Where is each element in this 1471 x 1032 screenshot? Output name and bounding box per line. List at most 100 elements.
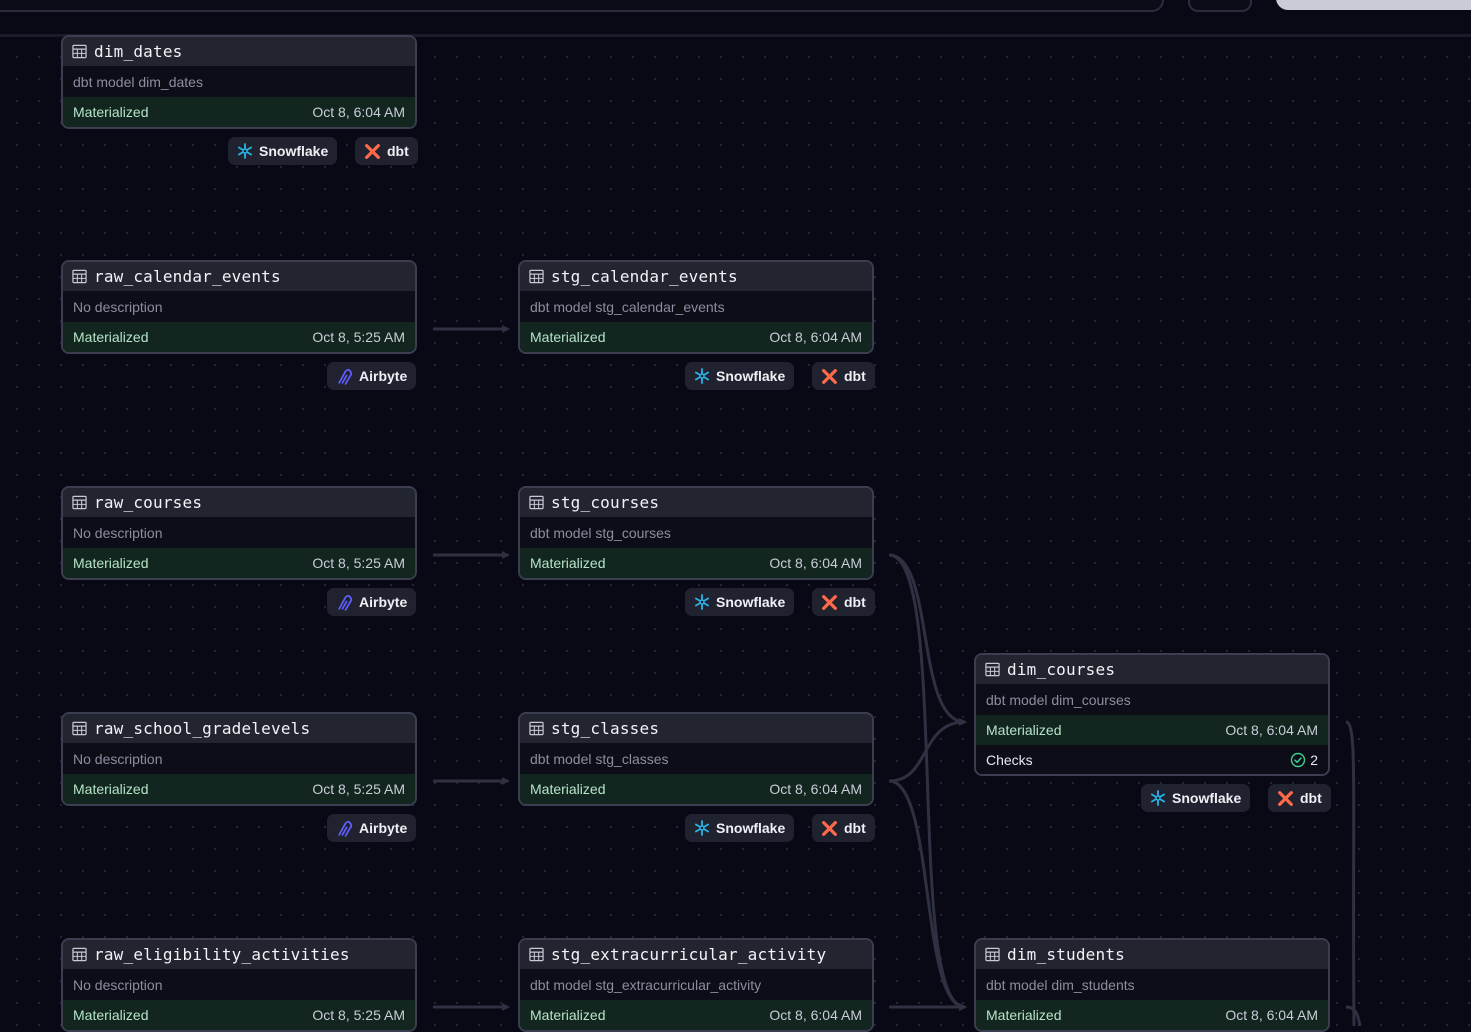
tag-label: dbt	[844, 820, 866, 836]
tag-airbyte[interactable]: Airbyte	[327, 588, 417, 616]
table-icon	[72, 495, 87, 510]
table-icon	[985, 947, 1000, 962]
tag-airbyte[interactable]: Airbyte	[327, 814, 417, 842]
materialized-date: Oct 8, 5:25 AM	[312, 1007, 405, 1023]
snowflake-icon	[694, 594, 710, 610]
node-description: dbt model stg_courses	[520, 517, 872, 548]
edge-stg-courses-to-dim-courses	[888, 553, 967, 726]
tag-label: Airbyte	[359, 820, 408, 836]
snowflake-icon	[1150, 790, 1166, 806]
node-title: stg_extracurricular_activity	[551, 945, 827, 964]
materialization-row: Materialized Oct 8, 6:04 AM	[976, 715, 1328, 745]
materialized-date: Oct 8, 6:04 AM	[1225, 722, 1318, 738]
tag-snowflake[interactable]: Snowflake	[685, 362, 795, 390]
materialized-label: Materialized	[530, 1007, 606, 1023]
snowflake-icon	[694, 368, 710, 384]
asset-node-dim-students[interactable]: dim_students dbt model dim_students Mate…	[974, 938, 1330, 1032]
node-title: dim_dates	[94, 42, 183, 61]
snowflake-icon	[694, 820, 710, 836]
asset-node-stg-courses[interactable]: stg_courses dbt model stg_courses Materi…	[518, 486, 874, 580]
materialized-date: Oct 8, 6:04 AM	[769, 329, 862, 345]
node-description: No description	[63, 743, 415, 774]
materialized-label: Materialized	[73, 329, 149, 345]
snowflake-icon	[237, 143, 253, 159]
node-description: dbt model dim_dates	[63, 66, 415, 97]
dbt-icon	[822, 594, 837, 610]
asset-node-raw-calendar-events[interactable]: raw_calendar_events No description Mater…	[61, 260, 417, 354]
check-circle-icon	[1291, 752, 1306, 767]
tag-dbt[interactable]: dbt	[355, 137, 418, 165]
node-title: raw_calendar_events	[94, 267, 281, 286]
checks-count: 2	[1310, 751, 1318, 768]
edge-dim-courses-outgoing	[1345, 720, 1356, 1026]
tag-dbt[interactable]: dbt	[812, 814, 875, 842]
materialized-date: Oct 8, 5:25 AM	[312, 329, 405, 345]
node-title: stg_calendar_events	[551, 267, 738, 286]
asset-node-dim-courses[interactable]: dim_courses dbt model dim_courses Materi…	[974, 653, 1330, 776]
tag-label: dbt	[387, 143, 409, 159]
tag-dbt[interactable]: dbt	[1268, 784, 1331, 812]
airbyte-icon	[338, 820, 353, 837]
tag-snowflake[interactable]: Snowflake	[1141, 784, 1251, 812]
node-description: dbt model stg_calendar_events	[520, 291, 872, 322]
materialized-date: Oct 8, 5:25 AM	[312, 555, 405, 571]
node-description: dbt model dim_courses	[976, 684, 1328, 715]
tag-dbt[interactable]: dbt	[812, 362, 875, 390]
table-icon	[529, 721, 544, 736]
asset-node-raw-courses[interactable]: raw_courses No description Materialized O…	[61, 486, 417, 580]
materialized-date: Oct 8, 6:04 AM	[1225, 1007, 1318, 1023]
node-title: raw_courses	[94, 493, 203, 512]
asset-node-stg-classes[interactable]: stg_classes dbt model stg_classes Materi…	[518, 712, 874, 806]
tag-label: Airbyte	[359, 368, 408, 384]
dbt-icon	[365, 143, 380, 159]
dbt-icon	[822, 368, 837, 384]
materialized-label: Materialized	[986, 1007, 1062, 1023]
node-title: dim_courses	[1007, 660, 1116, 679]
table-icon	[72, 721, 87, 736]
tag-label: Airbyte	[359, 594, 408, 610]
materialized-label: Materialized	[530, 781, 606, 797]
asset-node-raw-school-gradelevels[interactable]: raw_school_gradelevels No description Ma…	[61, 712, 417, 806]
node-description: No description	[63, 291, 415, 322]
node-description: dbt model dim_students	[976, 969, 1328, 1000]
node-title: stg_classes	[551, 719, 660, 738]
checks-row[interactable]: Checks 2	[976, 745, 1328, 774]
tag-label: Snowflake	[716, 368, 786, 384]
asset-node-stg-extracurricular-activity[interactable]: stg_extracurricular_activity dbt model s…	[518, 938, 874, 1032]
tag-snowflake[interactable]: Snowflake	[685, 588, 795, 616]
node-description: No description	[63, 517, 415, 548]
tag-dbt[interactable]: dbt	[812, 588, 875, 616]
materialized-date: Oct 8, 6:04 AM	[769, 555, 862, 571]
node-title: raw_eligibility_activities	[94, 945, 350, 964]
tag-snowflake[interactable]: Snowflake	[228, 137, 338, 165]
tag-label: Snowflake	[259, 143, 329, 159]
table-icon	[529, 269, 544, 284]
tag-snowflake[interactable]: Snowflake	[685, 814, 795, 842]
materialized-label: Materialized	[73, 555, 149, 571]
materialization-row: Materialized Oct 8, 6:04 AM	[520, 548, 872, 578]
asset-node-raw-eligibility-activities[interactable]: raw_eligibility_activities No descriptio…	[61, 938, 417, 1032]
asset-node-dim-dates[interactable]: dim_dates dbt model dim_dates Materializ…	[61, 35, 417, 129]
materialized-date: Oct 8, 6:04 AM	[312, 104, 405, 120]
node-title: stg_courses	[551, 493, 660, 512]
tag-label: Snowflake	[716, 594, 786, 610]
node-title: raw_school_gradelevels	[94, 719, 311, 738]
materialization-row: Materialized Oct 8, 6:04 AM	[63, 97, 415, 127]
table-icon	[985, 662, 1000, 677]
table-icon	[72, 947, 87, 962]
materialization-row: Materialized Oct 8, 6:04 AM	[520, 774, 872, 804]
tag-label: dbt	[844, 368, 866, 384]
materialized-label: Materialized	[73, 781, 149, 797]
tag-label: dbt	[1300, 790, 1322, 806]
asset-node-stg-calendar-events[interactable]: stg_calendar_events dbt model stg_calend…	[518, 260, 874, 354]
materialized-label: Materialized	[73, 104, 149, 120]
table-icon	[72, 44, 87, 59]
materialized-date: Oct 8, 5:25 AM	[312, 781, 405, 797]
edge-stg-classes-to-dim-students	[888, 779, 967, 1011]
tag-label: Snowflake	[716, 820, 786, 836]
tag-airbyte[interactable]: Airbyte	[327, 362, 417, 390]
materialization-row: Materialized Oct 8, 6:04 AM	[520, 322, 872, 352]
materialized-label: Materialized	[986, 722, 1062, 738]
edge-stg-courses-to-dim-students	[888, 553, 967, 1011]
materialization-row: Materialized Oct 8, 5:25 AM	[63, 548, 415, 578]
